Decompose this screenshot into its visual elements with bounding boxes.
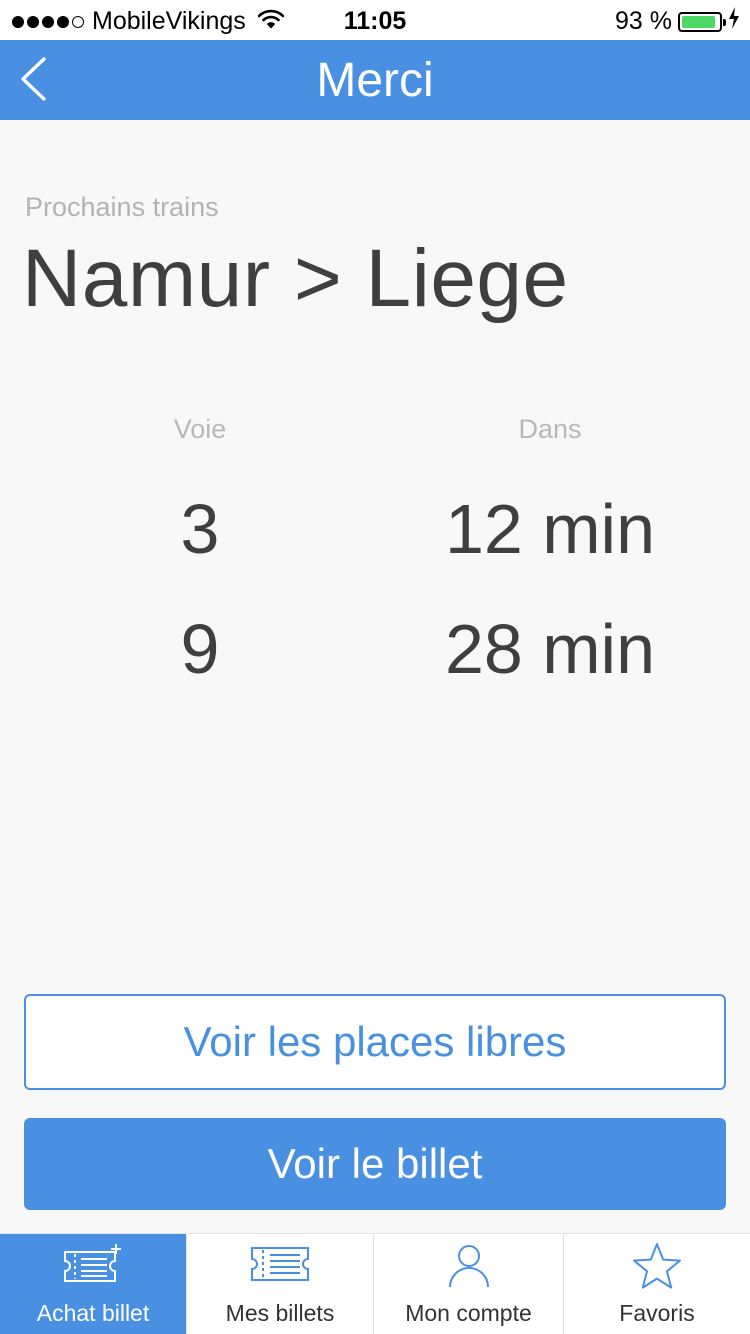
charging-icon [728, 7, 740, 36]
train-row-1-platform: 3 [180, 490, 220, 568]
tab-label: Favoris [619, 1300, 695, 1326]
route-title: Namur > Liege [22, 233, 569, 324]
status-right: 93 % [615, 7, 740, 36]
status-bar: MobileVikings 11:05 93 % [0, 0, 750, 40]
battery-percentage: 93 % [615, 7, 672, 35]
train-row-1-departure: 12 min [444, 490, 656, 568]
train-row-2-departure: 28 min [444, 610, 656, 688]
train-row-2-platform: 9 [180, 610, 220, 688]
navigation-bar: Merci [0, 40, 750, 120]
tab-bar: Achat billet Mes billets Mon compte Favo… [0, 1233, 750, 1334]
battery-fill [682, 15, 716, 28]
column-header-departure: Dans [518, 414, 582, 444]
tab-my-tickets[interactable]: Mes billets [187, 1234, 374, 1334]
battery-cap [723, 18, 726, 26]
battery-icon [678, 11, 726, 32]
page-title: Merci [316, 54, 434, 107]
ticket-icon [248, 1242, 312, 1290]
view-ticket-button[interactable]: Voir le billet [24, 1118, 726, 1210]
tab-buy-ticket[interactable]: Achat billet [0, 1234, 187, 1334]
tab-label: Mes billets [225, 1300, 335, 1326]
star-icon [632, 1242, 682, 1290]
tab-favorites[interactable]: Favoris [564, 1234, 750, 1334]
ticket-add-icon [61, 1242, 125, 1290]
free-seats-button[interactable]: Voir les places libres [24, 994, 726, 1090]
tab-my-account[interactable]: Mon compte [374, 1234, 564, 1334]
tab-label: Achat billet [36, 1300, 150, 1326]
section-subtitle: Prochains trains [25, 192, 219, 222]
column-header-platform: Voie [173, 414, 227, 444]
tab-label: Mon compte [405, 1300, 532, 1326]
user-icon [446, 1242, 492, 1290]
app-screen: MobileVikings 11:05 93 % Merci Prochains… [0, 0, 750, 1334]
